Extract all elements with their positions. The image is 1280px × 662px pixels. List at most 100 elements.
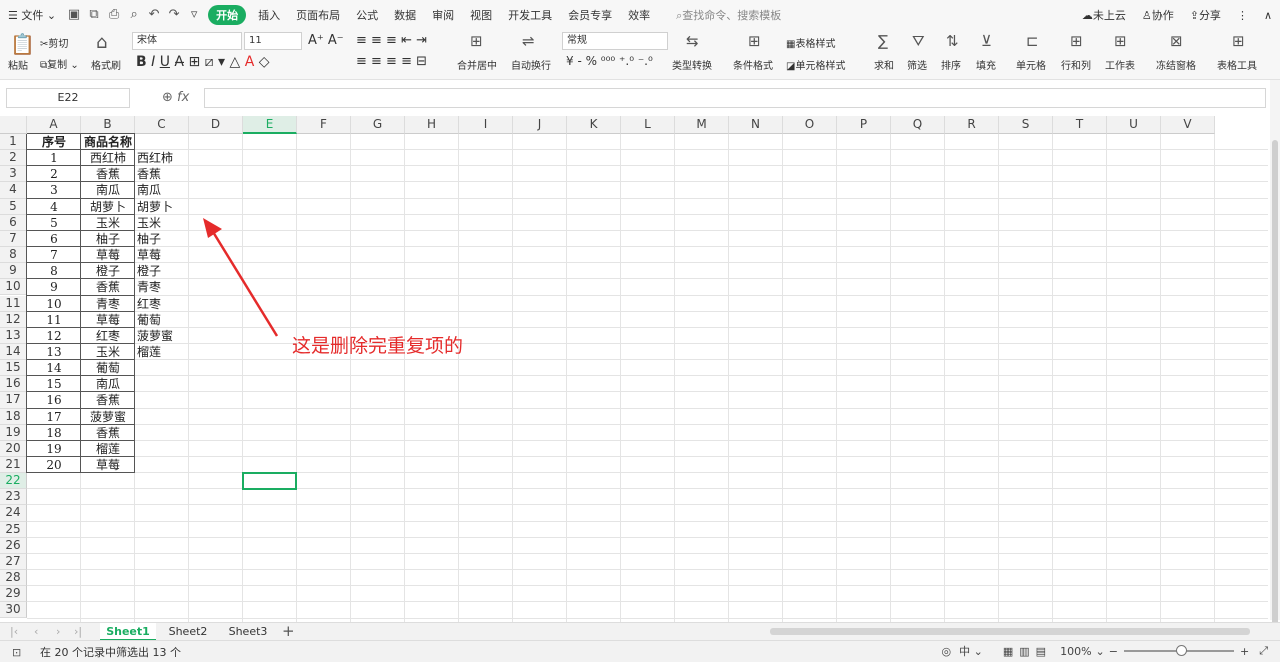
tab-insert[interactable]: 插入	[250, 7, 288, 23]
cell-icon[interactable]: ⊏	[1026, 32, 1039, 50]
font-grow-shrink-icons[interactable]: A⁺ A⁻	[308, 33, 344, 48]
merge-center-label[interactable]: 合并居中	[457, 57, 497, 72]
align-horizontal-icons[interactable]: ≡ ≡ ≡ ≡ ⊟	[356, 54, 427, 69]
unique-cell[interactable]: 胡萝卜	[137, 199, 187, 215]
column-header-L[interactable]: L	[621, 116, 675, 134]
column-header-N[interactable]: N	[729, 116, 783, 134]
column-header-O[interactable]: O	[783, 116, 837, 134]
spreadsheet-grid[interactable]: ABCDEFGHIJKLMNOPQRSTUV 1 2 3 4 5 6 7 8 9 10 11 12 13…	[0, 116, 1268, 622]
column-header-K[interactable]: K	[567, 116, 621, 134]
zoom-dropdown-icon[interactable]: ⌄	[1096, 645, 1105, 658]
table-cell-index[interactable]: 14	[29, 360, 79, 376]
table-cell-name[interactable]: 西红柿	[83, 150, 133, 166]
table-cell-name[interactable]: 玉米	[83, 344, 133, 360]
row-header-23[interactable]: 23	[0, 489, 27, 506]
save-icon[interactable]: ▣	[66, 7, 82, 23]
column-header-P[interactable]: P	[837, 116, 891, 134]
column-header-F[interactable]: F	[297, 116, 351, 134]
formula-input[interactable]	[204, 88, 1266, 108]
row-header-30[interactable]: 30	[0, 602, 27, 619]
table-cell-index[interactable]: 8	[29, 263, 79, 279]
table-cell-index[interactable]: 2	[29, 166, 79, 182]
table-cell-name[interactable]: 草莓	[83, 457, 133, 473]
font-style-buttons[interactable]: B I U A̶ ⊞ ⧄ ▾ △ A ◇	[136, 54, 269, 70]
unique-cell[interactable]: 玉米	[137, 215, 187, 231]
sum-icon[interactable]: ∑	[878, 32, 888, 50]
eye-protect-icon[interactable]: ◎	[942, 645, 952, 658]
column-header-U[interactable]: U	[1107, 116, 1161, 134]
zoom-level[interactable]: 100%	[1060, 645, 1091, 658]
column-header-H[interactable]: H	[405, 116, 459, 134]
table-cell-index[interactable]: 3	[29, 182, 79, 198]
zoom-in-icon[interactable]: +	[1240, 645, 1249, 658]
cell-style-button[interactable]: ◪单元格样式	[786, 57, 845, 72]
row-header-6[interactable]: 6	[0, 214, 27, 231]
table-cell-name[interactable]: 菠萝蜜	[83, 409, 133, 425]
select-all-corner[interactable]	[0, 116, 27, 134]
row-header-19[interactable]: 19	[0, 424, 27, 441]
number-format-select[interactable]: 常规	[562, 32, 668, 50]
column-header-Q[interactable]: Q	[891, 116, 945, 134]
table-cell-name[interactable]: 南瓜	[83, 182, 133, 198]
table-header-index[interactable]: 序号	[29, 134, 79, 150]
row-header-21[interactable]: 21	[0, 457, 27, 474]
column-header-E[interactable]: E	[243, 116, 297, 134]
table-cell-index[interactable]: 19	[29, 441, 79, 457]
prev-sheet-icon[interactable]: ‹	[34, 623, 38, 640]
type-convert-label[interactable]: 类型转换	[672, 57, 712, 72]
row-header-15[interactable]: 15	[0, 360, 27, 377]
row-header-1[interactable]: 1	[0, 134, 27, 151]
table-cell-name[interactable]: 柚子	[83, 231, 133, 247]
zoom-slider-knob[interactable]	[1175, 645, 1187, 656]
input-method-icon[interactable]: 中 ⌄	[959, 643, 983, 659]
zoom-out-icon[interactable]: −	[1109, 645, 1118, 658]
command-search[interactable]: ⌕查找命令、搜索模板	[668, 7, 789, 23]
column-header-G[interactable]: G	[351, 116, 405, 134]
table-cell-name[interactable]: 葡萄	[83, 360, 133, 376]
paste-icon[interactable]: 📋	[10, 32, 35, 56]
table-cell-name[interactable]: 香蕉	[83, 279, 133, 295]
format-painter-icon[interactable]: ⌂	[96, 32, 107, 53]
table-style-button[interactable]: ▦表格样式	[786, 35, 835, 50]
column-header-T[interactable]: T	[1053, 116, 1107, 134]
normal-view-icon[interactable]: ▦	[1003, 645, 1013, 658]
row-header-5[interactable]: 5	[0, 198, 27, 215]
row-header-18[interactable]: 18	[0, 408, 27, 425]
table-cell-index[interactable]: 7	[29, 247, 79, 263]
row-header-13[interactable]: 13	[0, 327, 27, 344]
table-cell-index[interactable]: 18	[29, 425, 79, 441]
unique-cell[interactable]: 草莓	[137, 247, 187, 263]
font-size-select[interactable]: 11	[244, 32, 302, 50]
row-header-4[interactable]: 4	[0, 182, 27, 199]
unique-cell[interactable]: 香蕉	[137, 166, 187, 182]
tab-formula[interactable]: 公式	[348, 7, 386, 23]
column-header-S[interactable]: S	[999, 116, 1053, 134]
column-header-I[interactable]: I	[459, 116, 513, 134]
table-cell-name[interactable]: 红枣	[83, 328, 133, 344]
table-cell-name[interactable]: 胡萝卜	[83, 199, 133, 215]
row-header-11[interactable]: 11	[0, 295, 27, 312]
table-cell-name[interactable]: 南瓜	[83, 376, 133, 392]
unique-cell[interactable]: 菠萝蜜	[137, 328, 187, 344]
redo-icon[interactable]: ↷	[166, 7, 182, 23]
table-cell-index[interactable]: 16	[29, 392, 79, 408]
table-tools-label[interactable]: 表格工具	[1217, 57, 1257, 72]
tab-view[interactable]: 视图	[462, 7, 500, 23]
sort-label[interactable]: 排序	[941, 57, 961, 72]
filter-icon[interactable]: ⛛	[912, 32, 925, 50]
row-header-10[interactable]: 10	[0, 279, 27, 296]
row-header-16[interactable]: 16	[0, 376, 27, 393]
row-header-12[interactable]: 12	[0, 311, 27, 328]
fill-icon[interactable]: ⊻	[981, 32, 992, 50]
row-header-29[interactable]: 29	[0, 586, 27, 603]
table-tools-icon[interactable]: ⊞	[1232, 32, 1245, 50]
name-box[interactable]: E22	[6, 88, 130, 108]
filter-label[interactable]: 筛选	[907, 57, 927, 72]
table-cell-name[interactable]: 香蕉	[83, 425, 133, 441]
next-sheet-icon[interactable]: ›	[56, 623, 60, 640]
macro-icon[interactable]: ⊡	[12, 644, 21, 661]
fx-icon[interactable]: fx	[177, 90, 189, 105]
row-header-9[interactable]: 9	[0, 263, 27, 280]
last-sheet-icon[interactable]: ›|	[74, 623, 82, 640]
unique-cell[interactable]: 橙子	[137, 263, 187, 279]
